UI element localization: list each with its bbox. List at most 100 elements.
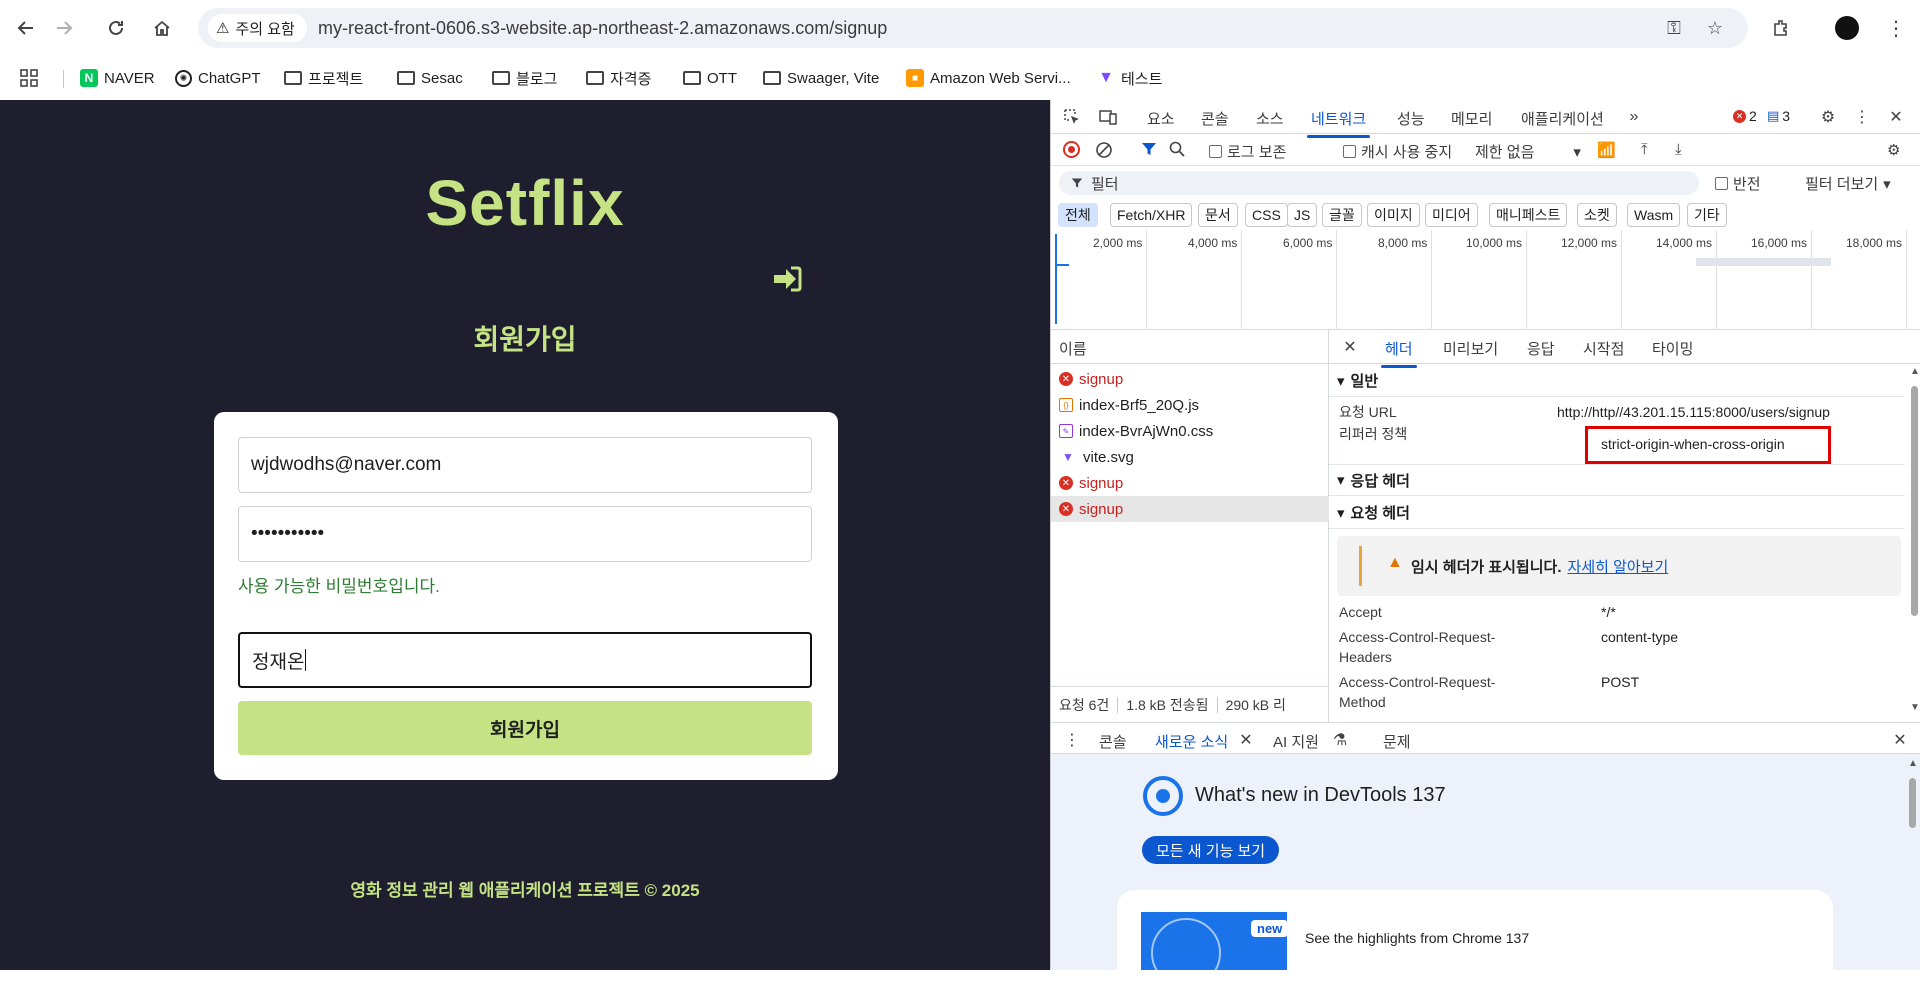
scrollbar-thumb[interactable] bbox=[1911, 386, 1918, 616]
more-filters-dropdown[interactable]: 필터 더보기 ▾ bbox=[1805, 173, 1891, 194]
devtools-menu-icon[interactable]: ⋮ bbox=[1851, 106, 1873, 128]
general-section-header[interactable]: ▾ 일반 bbox=[1329, 365, 1905, 397]
type-filter-js[interactable]: JS bbox=[1287, 203, 1318, 227]
type-filter-manifest[interactable]: 매니페스트 bbox=[1489, 203, 1568, 227]
type-filter-font[interactable]: 글꼴 bbox=[1322, 203, 1362, 227]
close-detail-icon[interactable]: ✕ bbox=[1339, 336, 1361, 358]
reload-button[interactable] bbox=[100, 12, 132, 44]
settings-gear-icon[interactable]: ⚙ bbox=[1817, 106, 1839, 128]
type-filter-fetch[interactable]: Fetch/XHR bbox=[1110, 203, 1193, 227]
network-conditions-button[interactable]: 📶 bbox=[1597, 141, 1616, 159]
scroll-up-icon[interactable]: ▲ bbox=[1910, 366, 1920, 377]
drawer-scrollbar[interactable]: ▲ bbox=[1907, 758, 1918, 968]
site-logo[interactable]: Setflix bbox=[0, 166, 1050, 240]
tab-console[interactable]: 콘솔 bbox=[1201, 108, 1229, 129]
scroll-up-icon[interactable]: ▲ bbox=[1908, 758, 1918, 769]
close-whats-new-icon[interactable]: ✕ bbox=[1235, 729, 1257, 751]
tab-response[interactable]: 응답 bbox=[1527, 338, 1555, 359]
forward-button[interactable] bbox=[48, 12, 80, 44]
apps-button[interactable] bbox=[20, 64, 38, 92]
tab-initiator[interactable]: 시작점 bbox=[1583, 338, 1624, 359]
message-badge[interactable]: ▤ 3 bbox=[1767, 108, 1790, 124]
back-button[interactable] bbox=[10, 12, 42, 44]
bookmark-folder-certificate[interactable]: 자격증 bbox=[586, 64, 651, 92]
detail-scrollbar[interactable]: ▲ ▼ bbox=[1909, 366, 1920, 716]
import-har-button[interactable]: ⤒ bbox=[1641, 141, 1648, 158]
export-har-button[interactable]: ⤓ bbox=[1675, 141, 1682, 158]
error-badge[interactable]: ✕ 2 bbox=[1733, 108, 1757, 124]
bookmark-chatgpt[interactable]: ✺ ChatGPT bbox=[175, 64, 261, 92]
tab-elements[interactable]: 요소 bbox=[1147, 108, 1175, 129]
bookmark-star-icon[interactable]: ☆ bbox=[1703, 16, 1727, 40]
tab-headers[interactable]: 헤더 bbox=[1381, 338, 1417, 368]
tab-preview[interactable]: 미리보기 bbox=[1443, 338, 1498, 359]
scrollbar-thumb[interactable] bbox=[1909, 778, 1916, 828]
highlights-card[interactable]: new See the highlights from Chrome 137 bbox=[1117, 890, 1833, 990]
extensions-button[interactable] bbox=[1766, 12, 1798, 44]
more-tabs-icon[interactable]: » bbox=[1623, 106, 1645, 128]
url-text[interactable]: my-react-front-0606.s3-website.ap-northe… bbox=[318, 18, 887, 39]
type-filter-img[interactable]: 이미지 bbox=[1367, 203, 1420, 227]
bookmark-aws[interactable]: ■ Amazon Web Servi... bbox=[906, 64, 1071, 92]
drawer-tab-ai-assistance[interactable]: AI 지원 bbox=[1273, 731, 1319, 752]
security-chip[interactable]: ⚠ 주의 요함 bbox=[208, 14, 307, 42]
address-bar[interactable]: ⚠ 주의 요함 my-react-front-0606.s3-website.a… bbox=[198, 8, 1748, 48]
signup-submit-button[interactable]: 회원가입 bbox=[238, 701, 812, 755]
tab-performance[interactable]: 성능 bbox=[1397, 108, 1425, 129]
password-field[interactable]: ••••••••••• bbox=[238, 506, 812, 562]
type-filter-all[interactable]: 전체 bbox=[1058, 203, 1098, 227]
drawer-tab-console[interactable]: 콘솔 bbox=[1099, 731, 1127, 752]
home-button[interactable] bbox=[146, 12, 178, 44]
bookmark-folder-blog[interactable]: 블로그 bbox=[492, 64, 557, 92]
bookmark-naver[interactable]: N NAVER bbox=[80, 64, 155, 92]
clear-button[interactable] bbox=[1095, 141, 1113, 159]
request-row-selected[interactable]: ✕ signup bbox=[1051, 496, 1329, 522]
name-column-header[interactable]: 이름 bbox=[1051, 330, 1329, 364]
see-all-features-button[interactable]: 모든 새 기능 보기 bbox=[1142, 836, 1280, 864]
request-headers-section-header[interactable]: ▾ 요청 헤더 bbox=[1329, 497, 1905, 529]
close-devtools-icon[interactable]: ✕ bbox=[1885, 106, 1907, 128]
drawer-tab-whats-new[interactable]: 새로운 소식 bbox=[1150, 731, 1233, 761]
inspect-element-icon[interactable] bbox=[1061, 106, 1083, 128]
request-row[interactable]: {} index-Brf5_20Q.js bbox=[1051, 392, 1329, 418]
request-row[interactable]: ✕ signup bbox=[1051, 470, 1329, 496]
bookmark-test[interactable]: ▼ 테스트 bbox=[1097, 64, 1162, 92]
tab-network[interactable]: 네트워크 bbox=[1306, 108, 1371, 138]
type-filter-doc[interactable]: 문서 bbox=[1198, 203, 1238, 227]
request-row[interactable]: ✕ signup bbox=[1051, 366, 1329, 392]
type-filter-other[interactable]: 기타 bbox=[1687, 203, 1727, 227]
filter-toggle[interactable] bbox=[1141, 141, 1157, 157]
preserve-log-checkbox[interactable]: 로그 보존 bbox=[1209, 141, 1286, 162]
request-row[interactable]: ▼ vite.svg bbox=[1051, 444, 1329, 470]
bookmark-folder-swagger[interactable]: Swaager, Vite bbox=[763, 64, 879, 92]
type-filter-socket[interactable]: 소켓 bbox=[1577, 203, 1617, 227]
bookmark-folder-sesac[interactable]: Sesac bbox=[397, 64, 463, 92]
invert-checkbox[interactable]: 반전 bbox=[1715, 173, 1761, 194]
bookmark-folder-project[interactable]: 프로젝트 bbox=[284, 64, 363, 92]
throttling-select[interactable]: 제한 없음 ▾ bbox=[1475, 141, 1581, 162]
tab-application[interactable]: 애플리케이션 bbox=[1521, 108, 1604, 129]
response-headers-section-header[interactable]: ▾ 응답 헤더 bbox=[1329, 464, 1905, 496]
video-thumbnail[interactable]: new bbox=[1141, 912, 1287, 970]
password-key-icon[interactable]: ⚿ bbox=[1662, 16, 1686, 40]
network-settings-button[interactable]: ⚙ bbox=[1887, 141, 1900, 159]
browser-menu-button[interactable]: ⋮ bbox=[1880, 12, 1912, 44]
type-filter-wasm[interactable]: Wasm bbox=[1627, 203, 1681, 227]
profile-avatar[interactable] bbox=[1835, 16, 1859, 40]
bookmark-folder-ott[interactable]: OTT bbox=[683, 64, 737, 92]
type-filter-media[interactable]: 미디어 bbox=[1425, 203, 1478, 227]
type-filter-css[interactable]: CSS bbox=[1245, 203, 1288, 227]
tab-memory[interactable]: 메모리 bbox=[1451, 108, 1492, 129]
name-field[interactable]: 정재온 bbox=[238, 632, 812, 688]
disable-cache-checkbox[interactable]: 캐시 사용 중지 bbox=[1343, 141, 1452, 162]
email-field[interactable]: wjdwodhs@naver.com bbox=[238, 437, 812, 493]
close-drawer-icon[interactable]: ✕ bbox=[1889, 729, 1911, 751]
network-timeline[interactable]: 2,000 ms 4,000 ms 6,000 ms 8,000 ms 10,0… bbox=[1051, 230, 1920, 330]
login-button[interactable] bbox=[772, 266, 802, 292]
drawer-tab-issues[interactable]: 문제 bbox=[1383, 731, 1411, 752]
scroll-down-icon[interactable]: ▼ bbox=[1910, 702, 1920, 713]
request-row[interactable]: ✎ index-BvrAjWn0.css bbox=[1051, 418, 1329, 444]
device-toolbar-icon[interactable] bbox=[1097, 106, 1119, 128]
tab-timing[interactable]: 타이밍 bbox=[1652, 338, 1693, 359]
learn-more-link[interactable]: 자세히 알아보기 bbox=[1568, 559, 1669, 576]
